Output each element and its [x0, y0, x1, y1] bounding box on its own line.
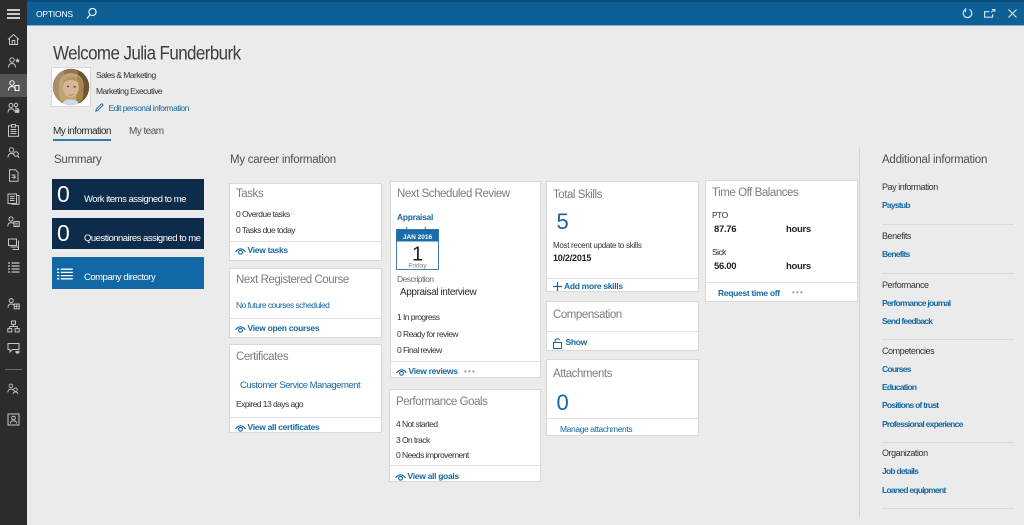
svg-text:Friday: Friday — [408, 263, 427, 270]
svg-text:JAN 2016: JAN 2016 — [403, 234, 433, 241]
